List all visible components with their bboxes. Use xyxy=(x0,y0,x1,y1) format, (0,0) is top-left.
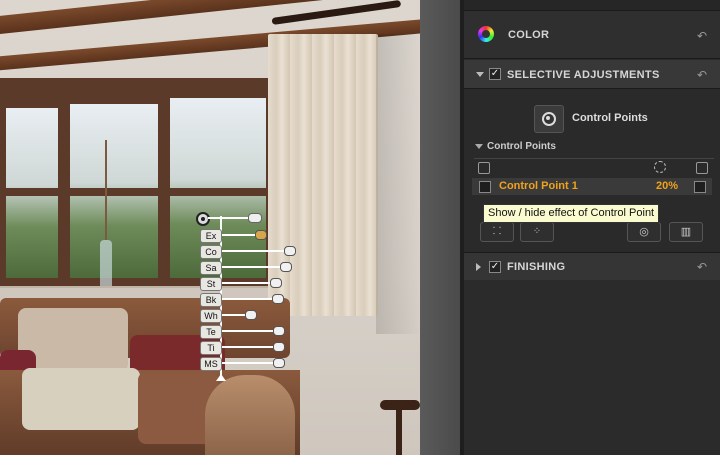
slider-track xyxy=(222,298,272,300)
control-point-overlay[interactable]: Ex Co Sa St Bk Wh Te Ti MS xyxy=(196,210,306,381)
photo-canvas[interactable]: Ex Co Sa St Bk Wh Te Ti MS xyxy=(0,0,420,455)
glass-vase xyxy=(100,240,112,292)
slider-track xyxy=(222,266,280,268)
ungroup-icon: ⁘ xyxy=(532,226,542,237)
slider-knob[interactable] xyxy=(273,358,285,368)
control-points-list-toggle-icon[interactable] xyxy=(475,144,483,149)
color-section-title: COLOR xyxy=(508,29,550,41)
panel-empty-area xyxy=(464,280,720,455)
slider-label: Ti xyxy=(200,341,222,355)
control-points-table-header xyxy=(474,158,714,175)
slider-label: Wh xyxy=(200,309,222,323)
color-wheel-icon xyxy=(478,26,494,42)
control-point-center-handle[interactable] xyxy=(196,212,210,226)
ungroup-control-points-button[interactable]: ⁘ xyxy=(520,222,554,242)
selective-adjustments-checkbox[interactable]: ✓ xyxy=(489,68,501,80)
tooltip: Show / hide effect of Control Point xyxy=(483,204,660,223)
slider-track xyxy=(222,330,273,332)
control-point-expand-arrow[interactable] xyxy=(216,374,226,381)
slider-label: Bk xyxy=(200,293,222,307)
slider-track xyxy=(222,362,273,364)
delete-control-point-button[interactable]: ▥ xyxy=(669,222,703,242)
show-effect-column-icon xyxy=(478,162,490,174)
slider-label: Ex xyxy=(200,229,222,243)
control-point-row[interactable]: Control Point 1 20% xyxy=(472,178,712,195)
chair xyxy=(380,400,420,455)
slider-knob[interactable] xyxy=(284,246,296,256)
add-control-point-button[interactable] xyxy=(534,105,564,133)
finishing-section-header[interactable]: ✓ FINISHING ↶ xyxy=(464,252,720,281)
trash-icon: ▥ xyxy=(680,226,692,238)
group-icon: ⸬ xyxy=(492,226,502,237)
finishing-checkbox[interactable]: ✓ xyxy=(489,261,501,273)
slider-track xyxy=(222,250,284,252)
slider-label: Co xyxy=(200,245,222,259)
tooltip-text: Show / hide effect of Control Point xyxy=(488,207,655,219)
flower-stem xyxy=(105,140,107,240)
cycle-icon: ◎ xyxy=(639,226,649,238)
slider-knob[interactable] xyxy=(255,230,267,240)
slider-track xyxy=(222,282,270,284)
slider-knob[interactable] xyxy=(273,342,285,352)
sofa-arm xyxy=(205,375,295,455)
mask-column-icon xyxy=(696,162,708,174)
adjustments-panel: COLOR ↶ ✓ SELECTIVE ADJUSTMENTS ↶ Contro… xyxy=(464,0,720,455)
panel-gutter xyxy=(420,0,462,455)
control-point-opacity[interactable]: 20% xyxy=(656,180,678,192)
size-slider-knob[interactable] xyxy=(248,213,262,223)
reset-arrow-icon[interactable]: ↶ xyxy=(696,69,708,81)
cushion xyxy=(22,368,140,430)
control-points-list-header: Control Points xyxy=(487,141,556,152)
slider-knob[interactable] xyxy=(272,294,284,304)
show-effect-checkbox[interactable] xyxy=(479,181,491,193)
slider-label: Te xyxy=(200,325,222,339)
reset-arrow-icon[interactable]: ↶ xyxy=(696,30,708,42)
control-point-name[interactable]: Control Point 1 xyxy=(499,180,578,192)
slider-label: St xyxy=(200,277,222,291)
show-mask-checkbox[interactable] xyxy=(694,181,706,193)
finishing-title: FINISHING xyxy=(507,261,566,273)
control-points-button-label: Control Points xyxy=(572,112,648,124)
color-section-header[interactable]: COLOR ↶ xyxy=(464,0,720,59)
slider-track xyxy=(222,234,255,236)
selective-adjustments-title: SELECTIVE ADJUSTMENTS xyxy=(507,69,660,81)
opacity-column-icon xyxy=(654,161,666,173)
slider-track xyxy=(222,346,273,348)
collapse-triangle-icon[interactable] xyxy=(476,72,484,77)
slider-track xyxy=(222,314,245,316)
group-control-points-button[interactable]: ⸬ xyxy=(480,222,514,242)
slider-knob[interactable] xyxy=(245,310,257,320)
slider-knob[interactable] xyxy=(270,278,282,288)
reset-control-point-button[interactable]: ◎ xyxy=(627,222,661,242)
slider-label: MS xyxy=(200,357,222,371)
reset-arrow-icon[interactable]: ↶ xyxy=(696,261,708,273)
curtain-shadow xyxy=(376,34,420,334)
expand-triangle-icon[interactable] xyxy=(476,263,481,271)
slider-knob[interactable] xyxy=(273,326,285,336)
selective-adjustments-header[interactable]: ✓ SELECTIVE ADJUSTMENTS ↶ xyxy=(464,60,720,89)
slider-label: Sa xyxy=(200,261,222,275)
curtain-rod xyxy=(271,0,402,25)
slider-knob[interactable] xyxy=(280,262,292,272)
